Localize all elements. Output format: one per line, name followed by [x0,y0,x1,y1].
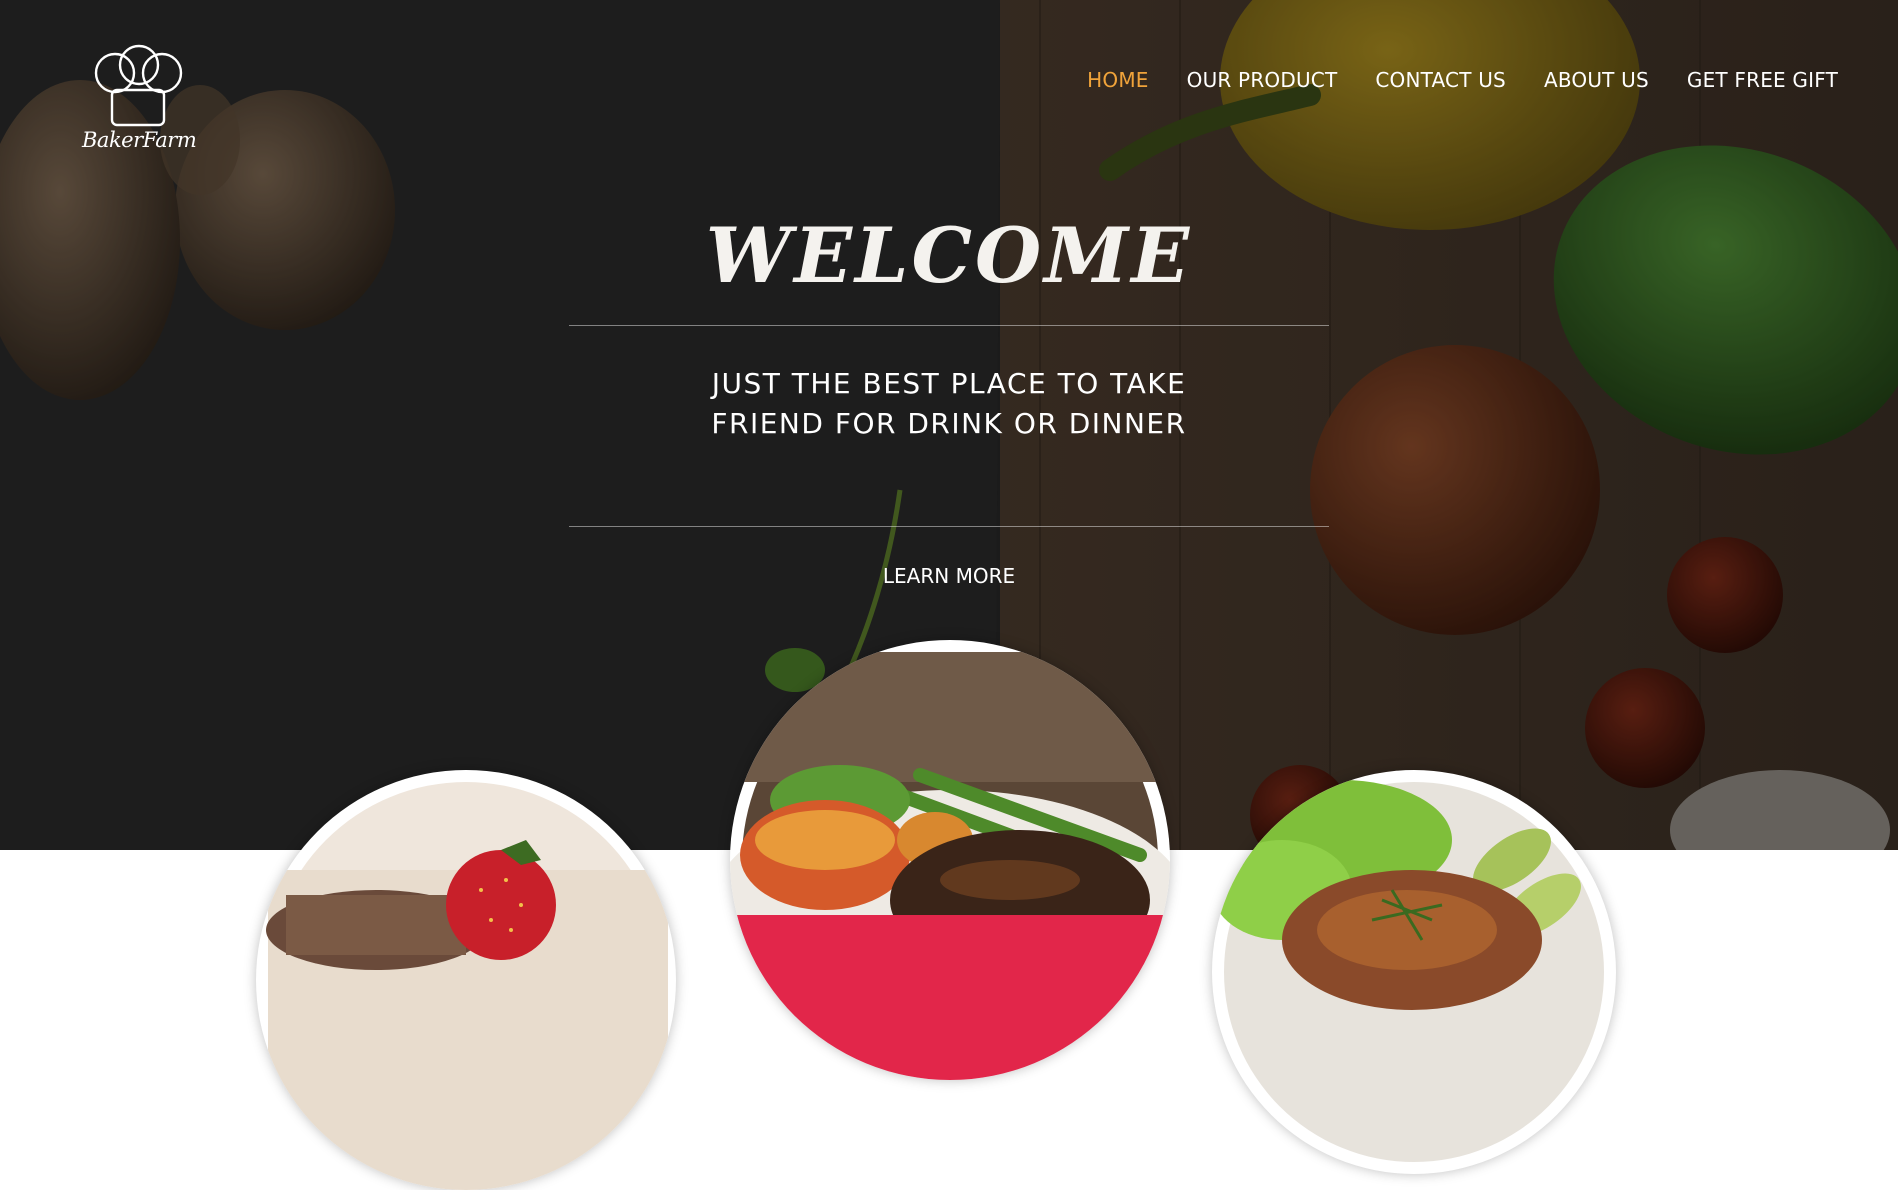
dessert-strawberry-image[interactable] [256,770,676,1190]
divider-bottom [569,526,1329,527]
nav-item-get-free-gift[interactable]: GET FREE GIFT [1687,68,1838,92]
chef-hat-icon [94,44,183,127]
brand-name: BakerFarm [82,128,197,152]
divider-top [569,325,1329,326]
main-nav: HOME OUR PRODUCT CONTACT US ABOUT US GET… [1049,68,1838,92]
hero-tagline: JUST THE BEST PLACE TO TAKE FRIEND FOR D… [711,367,1187,440]
salmon-salad-image[interactable] [1212,770,1616,1174]
hero-title: WELCOME [705,211,1193,300]
nav-item-contact-us[interactable]: CONTACT US [1375,68,1506,92]
nav-item-home[interactable]: HOME [1087,68,1148,92]
nav-item-about-us[interactable]: ABOUT US [1544,68,1649,92]
logo[interactable]: BakerFarm [82,38,197,158]
learn-more-button[interactable]: LEARN MORE [799,564,1099,588]
nav-item-our-product[interactable]: OUR PRODUCT [1187,68,1338,92]
steak-asparagus-image[interactable] [730,640,1170,1080]
